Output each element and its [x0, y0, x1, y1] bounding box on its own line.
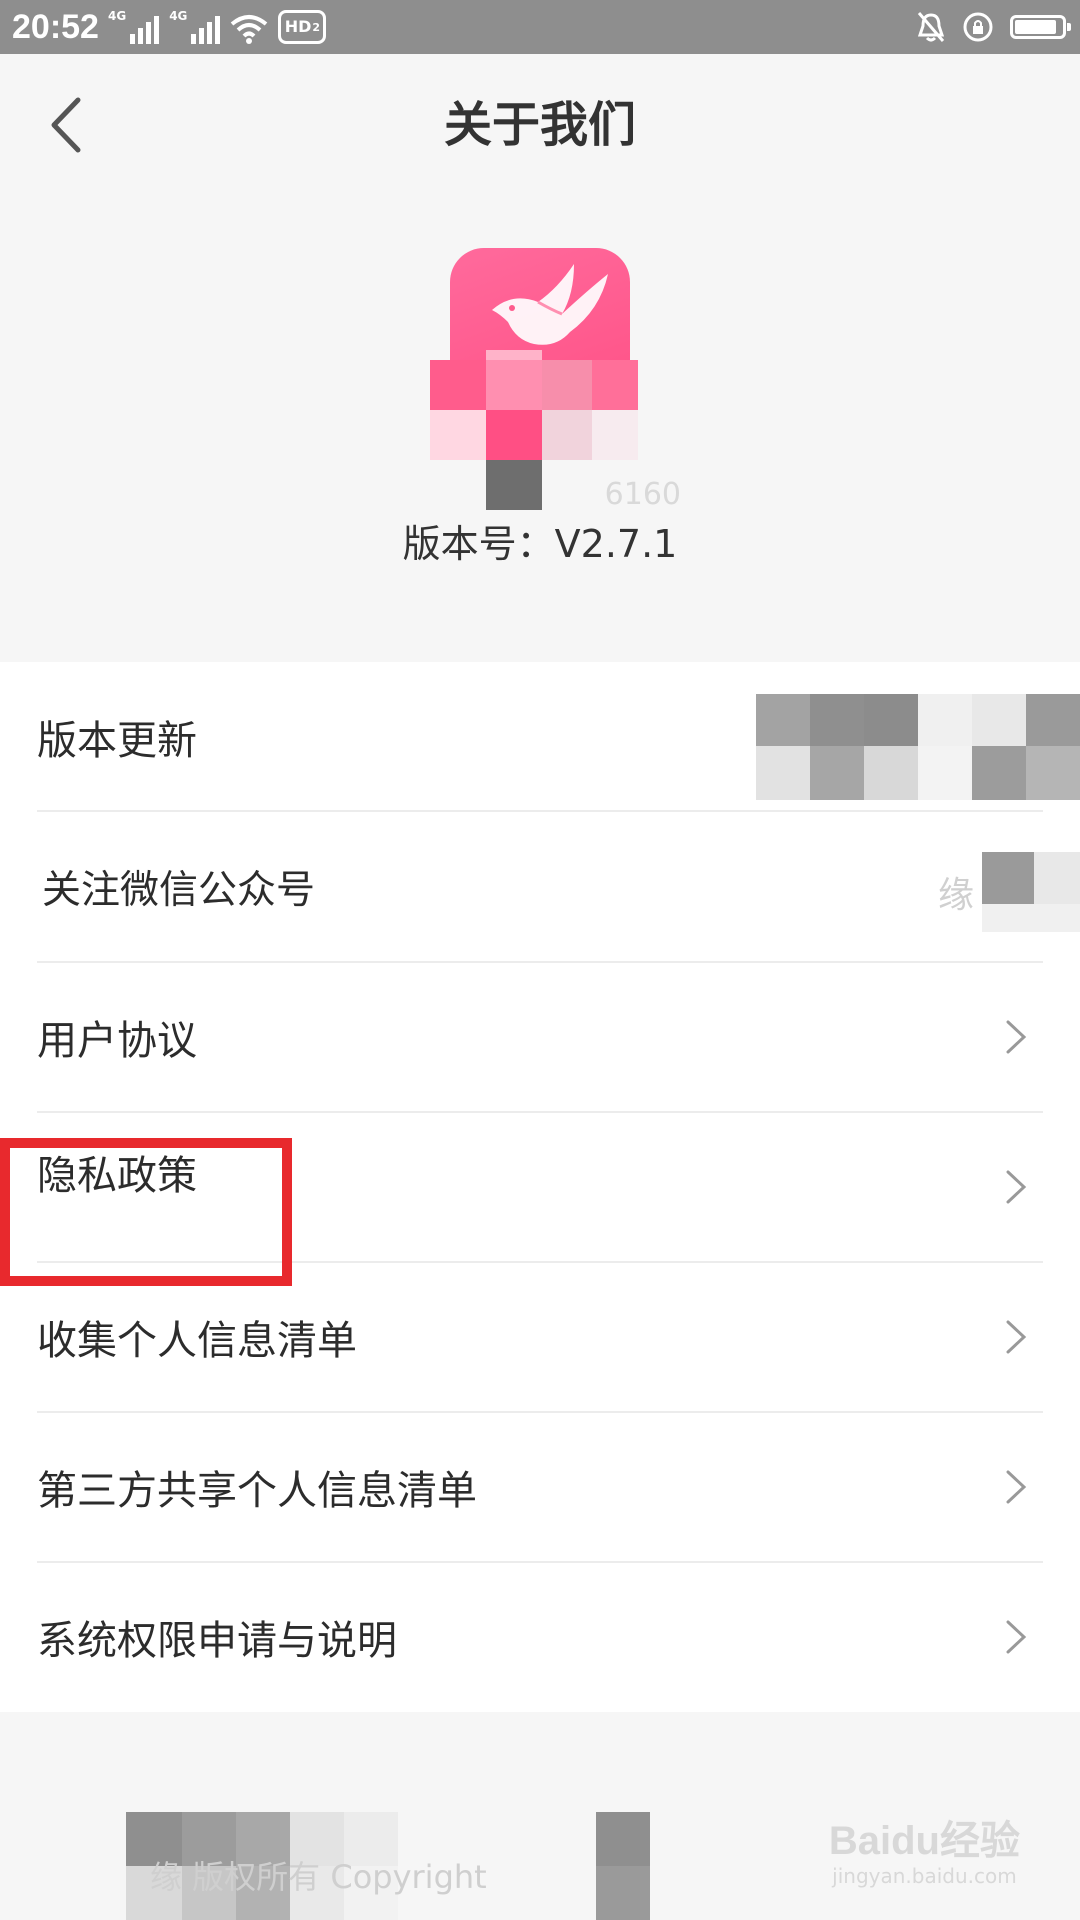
network-indicators: 4G 4G HD 2 — [108, 9, 327, 44]
menu-item-label: 关注微信公众号 — [42, 868, 316, 913]
blurred-text: 6160 — [604, 477, 681, 512]
version-label: 版本号：V2.7.1 — [402, 522, 678, 566]
bell-muted-icon — [917, 12, 945, 42]
menu-item-label: 系统权限申请与说明 — [37, 1618, 397, 1664]
signal-2-icon — [191, 16, 221, 44]
network-type-1: 4G — [108, 9, 127, 23]
menu-item-system-permissions[interactable]: 系统权限申请与说明 — [0, 1562, 1080, 1712]
baidu-watermark: Baidu经验 jingyan.baidu.com — [829, 1818, 1020, 1888]
page-title: 关于我们 — [443, 97, 636, 153]
hd-icon: HD 2 — [278, 10, 327, 44]
signal-1-icon — [130, 16, 160, 44]
chevron-right-icon — [1006, 1620, 1027, 1654]
wifi-icon — [231, 15, 268, 44]
menu-item-label: 第三方共享个人信息清单 — [37, 1468, 477, 1514]
hd-label: HD — [284, 17, 312, 36]
menu-item-wechat-official-account[interactable]: 关注微信公众号 — [0, 812, 1080, 962]
menu-item-user-agreement[interactable]: 用户协议 — [0, 962, 1080, 1112]
battery-icon — [1010, 15, 1071, 39]
menu-item-third-party-sharing-list[interactable]: 第三方共享个人信息清单 — [0, 1412, 1080, 1562]
wechat-account-blur: 缘 — [930, 852, 1080, 932]
network-type-2: 4G — [169, 9, 188, 23]
battery-fill — [1015, 20, 1056, 34]
watermark-sub: jingyan.baidu.com — [832, 1864, 1017, 1888]
status-bar: 20:52 4G 4G HD 2 — [0, 0, 1080, 54]
rotation-lock-icon — [963, 12, 993, 42]
watermark-main: Baidu经验 — [828, 1819, 1020, 1863]
highlight-box — [0, 1138, 292, 1286]
chevron-right-icon — [1006, 1320, 1027, 1354]
hd-sub: 2 — [312, 20, 321, 34]
footer-copyright: 缘 版权所有 Copyright — [150, 1858, 487, 1896]
chevron-right-icon — [1006, 1170, 1027, 1204]
version-update-mosaic — [756, 694, 1080, 800]
chevron-right-icon — [1006, 1020, 1027, 1054]
menu-item-label: 版本更新 — [37, 718, 197, 764]
wechat-account-name: 缘 — [938, 875, 975, 916]
chevron-right-icon — [1006, 1470, 1027, 1504]
menu-item-label: 用户协议 — [37, 1018, 197, 1064]
system-indicators — [916, 8, 1071, 46]
status-time: 20:52 — [12, 8, 99, 46]
